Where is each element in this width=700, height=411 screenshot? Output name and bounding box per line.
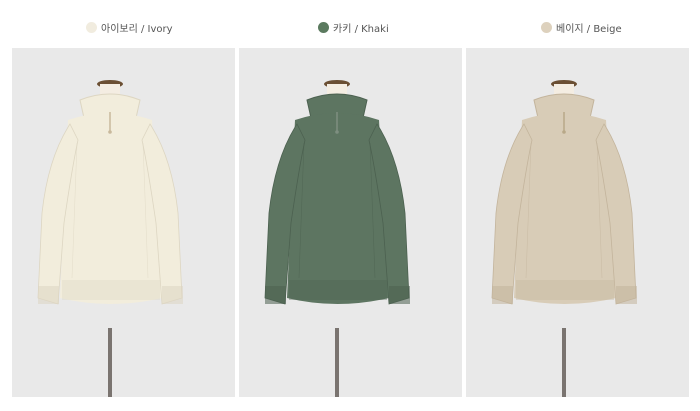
ivory-swatch-dot	[86, 21, 97, 33]
color-option-beige[interactable]: 베이지 / Beige	[541, 19, 622, 35]
khaki-label: 카키 / Khaki	[333, 23, 389, 35]
ivory-label: 아이보리 / Ivory	[101, 23, 173, 35]
beige-label: 베이지 / Beige	[556, 23, 622, 35]
color-option-ivory[interactable]: 아이보리 / Ivory	[86, 19, 173, 35]
khaki-swatch-dot	[318, 21, 329, 33]
sweater-ivory-illustration	[37, 80, 183, 397]
sweater-beige-illustration	[491, 80, 637, 397]
beige-swatch-dot	[541, 21, 552, 33]
product-photo-beige[interactable]	[466, 48, 689, 397]
color-options: 아이보리 / Ivory 카키 / Khaki 베이지 / Beige	[0, 0, 700, 48]
color-option-khaki[interactable]: 카키 / Khaki	[318, 19, 389, 35]
product-photo-khaki[interactable]	[239, 48, 462, 397]
sweater-khaki-illustration	[264, 80, 410, 397]
product-photo-ivory[interactable]	[12, 48, 235, 397]
